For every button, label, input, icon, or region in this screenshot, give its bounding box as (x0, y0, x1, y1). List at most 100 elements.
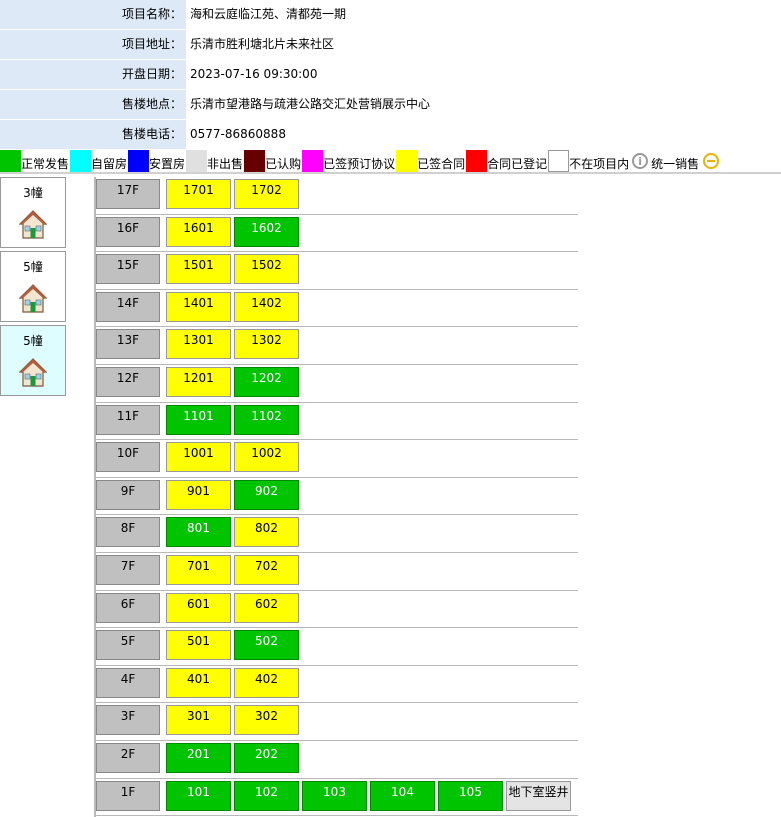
info-row: 售楼地点： 乐清市望港路与疏港公路交汇处营销展示中心 (0, 90, 620, 120)
legend-swatch (396, 150, 418, 172)
floor-row: 11F 1101 1102 (94, 403, 578, 441)
floor-label: 13F (96, 329, 160, 360)
legend-label: 已签预订协议 (323, 157, 396, 171)
unit-cell[interactable]: 1702 (234, 179, 299, 209)
unit-cell[interactable]: 1301 (166, 329, 231, 360)
floor-label: 15F (96, 254, 160, 285)
legend-item: 安置房 (128, 146, 186, 172)
info-value: 2023-07-16 09:30:00 (186, 60, 620, 89)
unit-cell[interactable]: 402 (234, 667, 299, 698)
legend-item: 不在项目内 (548, 146, 630, 172)
unit-cell[interactable]: 202 (234, 742, 299, 773)
unit-cell[interactable]: 1401 (166, 291, 231, 322)
building-list: 3幢 5幢 5幢 (0, 177, 66, 399)
unit-cell[interactable]: 102 (234, 780, 299, 811)
unit-cell[interactable]: 101 (166, 780, 231, 811)
legend-label: 不在项目内 (569, 157, 630, 171)
info-row: 项目名称： 海和云庭临江苑、清都苑一期 (0, 0, 620, 30)
legend-swatch (548, 150, 570, 172)
legend-swatch (0, 150, 21, 172)
building-name: 5幢 (23, 334, 43, 348)
unit-cell[interactable]: 401 (166, 667, 231, 698)
unit-cell[interactable]: 702 (234, 554, 299, 585)
unit-cell[interactable]: 502 (234, 630, 299, 661)
building-tab[interactable]: 3幢 (0, 177, 66, 248)
floor-label: 5F (96, 630, 160, 661)
unit-cell[interactable]: 902 (234, 479, 299, 510)
unit-cell[interactable]: 301 (166, 705, 231, 736)
building-name: 5幢 (23, 260, 43, 274)
unit-cell[interactable]: 103 (302, 780, 367, 811)
unit-cell[interactable]: 302 (234, 705, 299, 736)
legend-swatch (466, 150, 488, 172)
floor-row: 15F 1501 1502 (94, 252, 578, 290)
info-row: 项目地址： 乐清市胜利塘北片未来社区 (0, 30, 620, 60)
house-icon (19, 358, 47, 387)
floor-row: 6F 601 602 (94, 591, 578, 629)
legend-item: 正常发售 (0, 146, 70, 172)
floor-label: 7F (96, 554, 160, 585)
unit-cell[interactable]: 701 (166, 554, 231, 585)
unit-cell[interactable]: 1102 (234, 404, 299, 435)
floor-label: 2F (96, 742, 160, 773)
legend-label: 已认购 (265, 157, 302, 171)
unit-cell[interactable]: 1202 (234, 366, 299, 397)
legend-item: 非出售 (186, 146, 244, 172)
floor-row: 4F 401 402 (94, 666, 578, 704)
floor-label: 16F (96, 216, 160, 247)
info-value: 0577-86860888 (186, 120, 620, 149)
legend-swatch (186, 150, 208, 172)
building-tab[interactable]: 5幢 (0, 325, 66, 396)
unit-cell[interactable]: 1502 (234, 254, 299, 285)
legend-label: 正常发售 (21, 157, 70, 171)
legend-swatch (302, 150, 324, 172)
legend-label: 自留房 (91, 157, 128, 171)
floor-row: 12F 1201 1202 (94, 365, 578, 403)
floor-row: 16F 1601 1602 (94, 215, 578, 253)
unit-cell[interactable]: 1501 (166, 254, 231, 285)
legend-label: 合同已登记 (487, 157, 548, 171)
floor-row: 2F 201 202 (94, 741, 578, 779)
floor-label: 11F (96, 404, 160, 435)
unit-cell[interactable]: 1101 (166, 404, 231, 435)
unit-cell[interactable]: 104 (370, 780, 435, 811)
unit-cell[interactable]: 地下室竖井 (506, 780, 571, 811)
house-icon (19, 284, 47, 313)
unit-cell[interactable]: 501 (166, 630, 231, 661)
building-tab[interactable]: 5幢 (0, 251, 66, 322)
unit-cell[interactable]: 602 (234, 592, 299, 623)
floor-label: 10F (96, 442, 160, 473)
clock-icon (703, 153, 720, 169)
unit-cell[interactable]: 1402 (234, 291, 299, 322)
unit-cell[interactable]: 1602 (234, 216, 299, 247)
house-icon (19, 210, 47, 239)
unit-cell[interactable]: 105 (438, 780, 503, 811)
info-label: 售楼地点： (0, 90, 186, 119)
unit-cell[interactable]: 201 (166, 742, 231, 773)
unit-cell[interactable]: 1002 (234, 442, 299, 473)
legend-swatch (128, 150, 150, 172)
unit-cell[interactable]: 901 (166, 479, 231, 510)
floor-row: 9F 901 902 (94, 478, 578, 516)
unit-cell[interactable]: 1001 (166, 442, 231, 473)
floor-row: 1F 101 102 103 104 105 地下室竖井 (94, 779, 578, 817)
info-value: 乐清市望港路与疏港公路交汇处营销展示中心 (186, 90, 620, 119)
legend-swatch (70, 150, 92, 172)
unit-cell[interactable]: 802 (234, 517, 299, 548)
legend-item: i 统一销售 (630, 146, 700, 172)
unit-cell[interactable]: 1701 (166, 179, 231, 209)
info-circle-icon: i (632, 153, 649, 169)
legend-item: 已签预订协议 (302, 146, 396, 172)
unit-cell[interactable]: 1601 (166, 216, 231, 247)
unit-cell[interactable]: 1201 (166, 366, 231, 397)
legend-label: 已签合同 (417, 157, 466, 171)
unit-cell[interactable]: 801 (166, 517, 231, 548)
building-name: 3幢 (23, 186, 43, 200)
floor-row: 7F 701 702 (94, 553, 578, 591)
legend-swatch (244, 150, 266, 172)
floor-label: 8F (96, 517, 160, 548)
info-label: 售楼电话： (0, 120, 186, 149)
unit-cell[interactable]: 601 (166, 592, 231, 623)
unit-cell[interactable]: 1302 (234, 329, 299, 360)
floor-label: 4F (96, 667, 160, 698)
